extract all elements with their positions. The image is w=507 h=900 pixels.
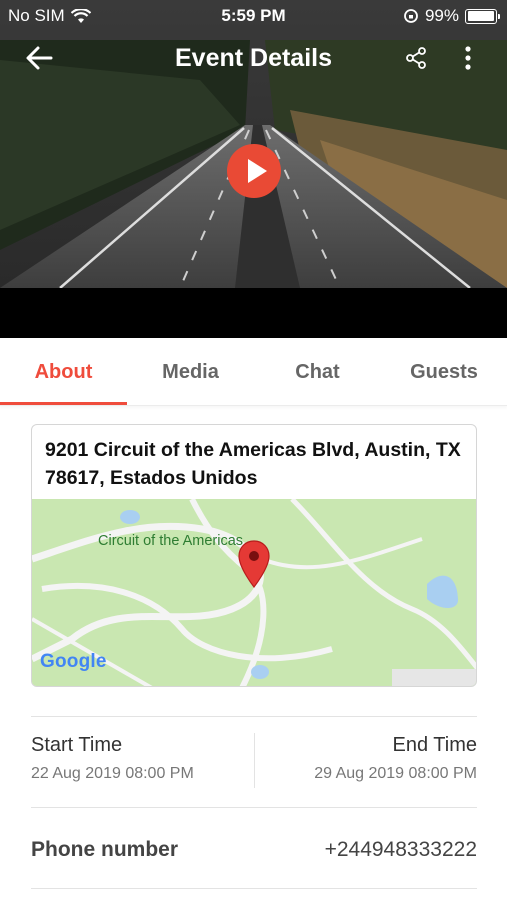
- tab-about[interactable]: About: [0, 338, 127, 406]
- tab-bar: About Media Chat Guests: [0, 338, 507, 406]
- page-title: Event Details: [174, 44, 332, 72]
- map-place-label: Circuit of the Americas: [98, 533, 244, 549]
- location-card: 9201 Circuit of the Americas Blvd, Austi…: [31, 424, 477, 687]
- phone-label: Phone number: [31, 838, 179, 861]
- rotation-lock-icon: [404, 9, 418, 23]
- battery-percent: 99%: [424, 6, 459, 25]
- share-icon[interactable]: [404, 46, 428, 70]
- tab-chat[interactable]: Chat: [254, 338, 381, 406]
- divider: [31, 888, 477, 889]
- tab-guests[interactable]: Guests: [381, 338, 507, 406]
- google-logo-text: Google: [40, 651, 107, 672]
- more-vertical-icon[interactable]: [460, 44, 476, 72]
- divider: [31, 716, 477, 717]
- event-address: 9201 Circuit of the Americas Blvd, Austi…: [45, 439, 461, 489]
- battery-icon: [465, 8, 500, 24]
- toolbar: Event Details: [0, 36, 507, 80]
- google-logo: Google: [40, 651, 107, 673]
- end-time-label: End Time: [392, 734, 477, 756]
- phone-number[interactable]: +244948333222: [325, 838, 477, 862]
- tab-media[interactable]: Media: [127, 338, 254, 406]
- play-button[interactable]: [227, 144, 281, 198]
- play-icon: [248, 159, 267, 183]
- end-time-value: 29 Aug 2019 08:00 PM: [314, 765, 477, 782]
- status-bar: No SIM 5:59 PM 99%: [0, 0, 507, 30]
- map-pin-icon: [238, 540, 270, 588]
- active-tab-indicator: [0, 402, 127, 405]
- location-map[interactable]: Circuit of the Americas Google: [32, 499, 476, 686]
- time-divider: [254, 733, 255, 788]
- start-time-value: 22 Aug 2019 08:00 PM: [31, 765, 194, 782]
- start-time-label: Start Time: [31, 734, 123, 756]
- event-video-thumbnail[interactable]: No SIM 5:59 PM 99% Event Details: [0, 0, 507, 338]
- divider: [31, 807, 477, 808]
